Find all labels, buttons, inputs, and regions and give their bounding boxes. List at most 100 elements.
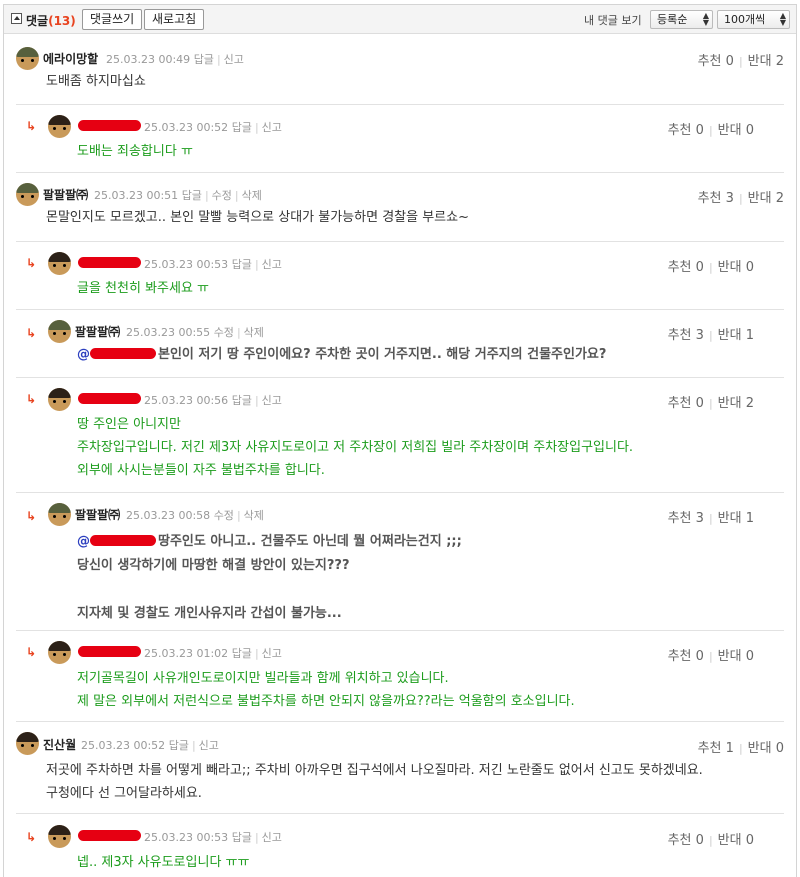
comment-meta: 25.03.23 00:53 답글 | 신고 — [144, 258, 282, 271]
recommend-button[interactable]: 추천 3 — [668, 511, 704, 526]
delete-link[interactable]: 삭제 — [244, 326, 264, 339]
comment-date: 25.03.23 00:56 — [144, 394, 229, 407]
mention[interactable]: @ — [77, 347, 90, 362]
comment-date: 25.03.23 00:53 — [144, 831, 229, 844]
comment-text: 본인이 저기 땅 주인이에요? 주차한 곳이 거주지면.. 해당 거주지의 건물… — [158, 347, 607, 362]
comment-meta: 25.03.23 00:51 답글 | 수정 | 삭제 — [94, 189, 262, 202]
page-size-select[interactable]: 100개씩 ▲ ▼ — [717, 10, 790, 29]
oppose-button[interactable]: 반대 0 — [718, 833, 754, 848]
comment-text: 땅주인도 아니고.. 건물주도 아닌데 뭘 어쩌라는건지 ;;; — [158, 534, 462, 549]
oppose-button[interactable]: 반대 0 — [718, 260, 754, 275]
recommend-button[interactable]: 추천 0 — [668, 396, 704, 411]
oppose-button[interactable]: 반대 1 — [718, 511, 754, 526]
reply-link[interactable]: 답글 — [194, 53, 214, 66]
avatar — [48, 320, 71, 343]
comment-line: 몬말인지도 모르겠고.. 본인 말빨 능력으로 상대가 불가능하면 경찰을 부르… — [46, 210, 469, 225]
delete-link[interactable]: 삭제 — [242, 189, 262, 202]
report-link[interactable]: 신고 — [262, 394, 282, 407]
reply-link[interactable]: 답글 — [232, 647, 252, 660]
oppose-button[interactable]: 반대 2 — [748, 191, 784, 206]
recommend-button[interactable]: 추천 3 — [698, 191, 734, 206]
my-comments-link[interactable]: 내 댓글 보기 — [584, 12, 642, 28]
reply-link[interactable]: 답글 — [182, 189, 202, 202]
comment-date: 25.03.23 01:02 — [144, 647, 229, 660]
reply-arrow-icon: ↳ — [26, 326, 37, 340]
avatar — [48, 115, 71, 138]
reply-link[interactable]: 답글 — [232, 394, 252, 407]
oppose-button[interactable]: 반대 0 — [718, 123, 754, 138]
oppose-button[interactable]: 반대 0 — [748, 741, 784, 756]
write-comment-button[interactable]: 댓글쓰기 — [82, 9, 143, 30]
recommend-button[interactable]: 추천 3 — [668, 328, 704, 343]
avatar — [16, 732, 39, 755]
oppose-label: 반대 — [747, 54, 772, 69]
comment-line: 저기골목길이 사유개인도로이지만 빌라들과 함께 위치하고 있습니다. — [77, 671, 449, 686]
select-arrows-icon: ▲ ▼ — [702, 11, 709, 27]
comment-date: 25.03.23 00:51 — [94, 189, 179, 202]
comment-line: 도배는 죄송합니다 ㅠ — [77, 144, 193, 159]
recommend-count: 0 — [695, 649, 704, 664]
recommend-count: 0 — [725, 54, 734, 69]
comment-author[interactable]: 팔팔팔㈜ — [75, 506, 120, 523]
reply-link[interactable]: 답글 — [169, 739, 189, 752]
sort-select-value: 등록순 — [657, 13, 688, 26]
oppose-button[interactable]: 반대 1 — [718, 328, 754, 343]
report-link[interactable]: 신고 — [262, 647, 282, 660]
comment-author[interactable]: 진산월 — [43, 736, 76, 753]
recommend-button[interactable]: 추천 0 — [668, 649, 704, 664]
comment-body: @ 땅주인도 아니고.. 건물주도 아닌데 뭘 어쩌라는건지 ;;; 당신이 생각… — [77, 530, 462, 626]
oppose-button[interactable]: 반대 2 — [718, 396, 754, 411]
recommend-button[interactable]: 추천 0 — [698, 54, 734, 69]
comment-author[interactable]: 팔팔팔㈜ — [75, 323, 120, 340]
comment-body: 넵.. 제3자 사유도로입니다 ㅠㅠ — [77, 852, 249, 874]
oppose-count: 2 — [775, 191, 784, 206]
oppose-label: 반대 — [747, 191, 772, 206]
reply-link[interactable]: 답글 — [232, 121, 252, 134]
report-link[interactable]: 신고 — [262, 258, 282, 271]
oppose-label: 반대 — [717, 649, 742, 664]
comment-date: 25.03.23 00:52 — [81, 739, 166, 752]
report-link[interactable]: 신고 — [262, 831, 282, 844]
edit-link[interactable]: 수정 — [214, 326, 234, 339]
report-link[interactable]: 신고 — [199, 739, 219, 752]
comment-meta: 25.03.23 00:49 답글 | 신고 — [106, 53, 244, 66]
reply-arrow-icon: ↳ — [26, 256, 37, 270]
oppose-label: 반대 — [717, 260, 742, 275]
report-link[interactable]: 신고 — [262, 121, 282, 134]
delete-link[interactable]: 삭제 — [244, 509, 264, 522]
avatar — [16, 183, 39, 206]
comment-section: 댓글(13) 댓글쓰기 새로고침 내 댓글 보기 등록순 ▲ ▼ 100개씩 ▲ ▼ 에… — [3, 4, 797, 877]
oppose-button[interactable]: 반대 2 — [748, 54, 784, 69]
refresh-button[interactable]: 새로고침 — [144, 9, 205, 30]
comment-author[interactable]: 팔팔팔㈜ — [43, 186, 88, 203]
edit-link[interactable]: 수정 — [214, 509, 234, 522]
comment-author[interactable]: 에라이망할 — [43, 50, 98, 67]
edit-link[interactable]: 수정 — [212, 189, 232, 202]
recommend-button[interactable]: 추천 0 — [668, 123, 704, 138]
reply-link[interactable]: 답글 — [232, 831, 252, 844]
recommend-count: 3 — [695, 328, 704, 343]
recommend-label: 추천 — [667, 833, 692, 848]
comment-body: 도배좀 하지마십쇼 — [46, 71, 146, 93]
sort-select[interactable]: 등록순 ▲ ▼ — [650, 10, 713, 29]
comment-date: 25.03.23 00:55 — [126, 326, 211, 339]
reply-link[interactable]: 답글 — [232, 258, 252, 271]
mention[interactable]: @ — [77, 534, 90, 549]
vote-area: 추천 0 | 반대 0 — [667, 123, 754, 138]
oppose-count: 0 — [745, 123, 754, 138]
oppose-label: 반대 — [717, 511, 742, 526]
avatar — [48, 503, 71, 526]
oppose-button[interactable]: 반대 0 — [718, 649, 754, 664]
comment-line: 도배좀 하지마십쇼 — [46, 74, 146, 89]
comment-meta: 25.03.23 00:52 답글 | 신고 — [144, 121, 282, 134]
vote-area: 추천 0 | 반대 2 — [667, 396, 754, 411]
recommend-button[interactable]: 추천 0 — [668, 260, 704, 275]
report-link[interactable]: 신고 — [224, 53, 244, 66]
comment-line — [77, 578, 462, 602]
recommend-button[interactable]: 추천 0 — [668, 833, 704, 848]
collapse-toggle-icon[interactable] — [11, 13, 22, 24]
redacted-author — [78, 830, 141, 841]
recommend-label: 추천 — [667, 396, 692, 411]
recommend-button[interactable]: 추천 1 — [698, 741, 734, 756]
comment-meta: 25.03.23 00:56 답글 | 신고 — [144, 394, 282, 407]
